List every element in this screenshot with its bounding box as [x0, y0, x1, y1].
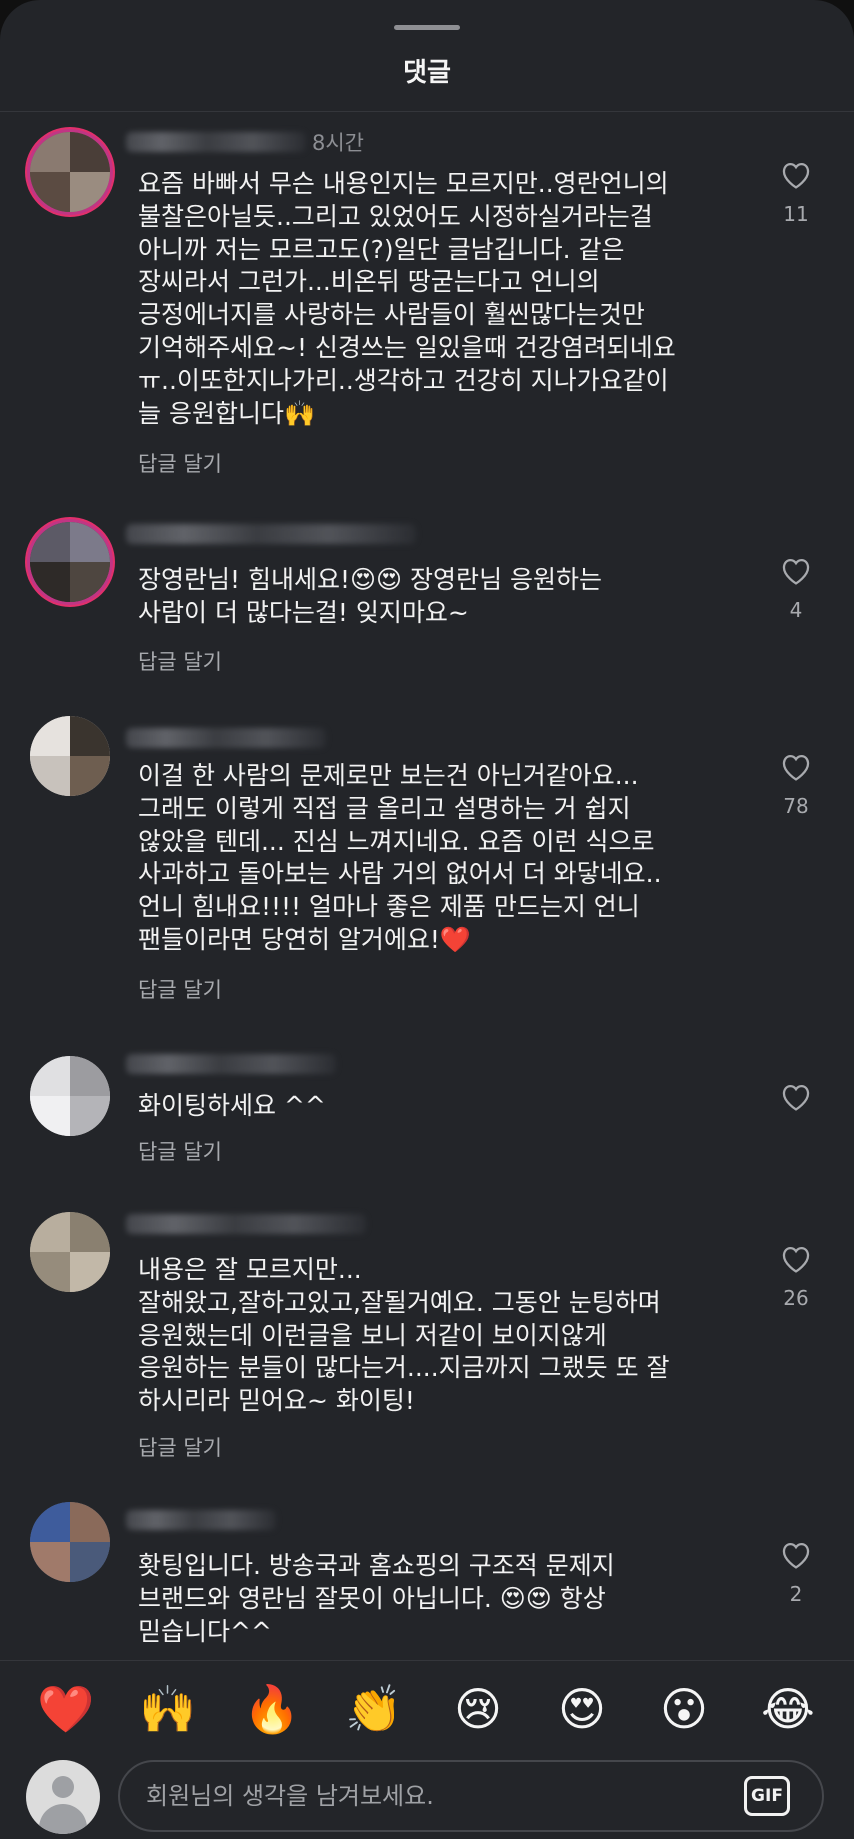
reply-button[interactable]: 답글 달기: [138, 974, 222, 1004]
fire-emoji-icon[interactable]: 🔥: [242, 1679, 302, 1739]
comment-input[interactable]: [146, 1776, 706, 1816]
comment-composer: GIF: [0, 1750, 854, 1839]
comment-timestamp: 8시간: [312, 131, 365, 155]
reply-button[interactable]: 답글 달기: [138, 448, 222, 478]
surprised-face-emoji-icon[interactable]: 😮: [654, 1679, 714, 1739]
comments-sheet: 댓글 8시간 요즘 바빠서 무슨 내용인지는 모르지만..영란언니의 불찰은아닐…: [0, 0, 854, 1839]
like-count: 2: [789, 1582, 803, 1606]
like-button[interactable]: 11: [772, 158, 820, 226]
crying-face-emoji-icon[interactable]: 😢: [448, 1679, 508, 1739]
username-redacted[interactable]: [126, 524, 416, 544]
heart-outline-icon: [782, 162, 810, 189]
heart-eyes-emoji-icon[interactable]: 😍: [552, 1679, 612, 1739]
sheet-title: 댓글: [403, 58, 451, 88]
like-count: 26: [783, 1286, 809, 1310]
my-avatar: [26, 1760, 100, 1834]
avatar[interactable]: [30, 716, 110, 796]
like-button[interactable]: 26: [772, 1242, 820, 1310]
like-count: 4: [789, 598, 803, 622]
reply-button[interactable]: 답글 달기: [138, 1136, 222, 1166]
heart-outline-icon: [782, 1542, 810, 1569]
like-button[interactable]: 2: [772, 1538, 820, 1606]
like-button[interactable]: 78: [772, 750, 820, 818]
avatar[interactable]: [30, 522, 110, 602]
comment-text: 장영란님! 힘내세요!😍😍 장영란님 응원하는 사람이 더 많다는걸! 잊지마요…: [138, 565, 603, 627]
tears-of-joy-emoji-icon[interactable]: 😂: [758, 1679, 818, 1739]
reply-button[interactable]: 답글 달기: [138, 646, 222, 676]
avatar[interactable]: [30, 132, 110, 212]
heart-outline-icon: [782, 1246, 810, 1273]
reply-button[interactable]: 답글 달기: [138, 1432, 222, 1462]
header-divider: [0, 111, 854, 112]
comment-text: 내용은 잘 모르지만... 잘해왔고,잘하고있고,잘될거예요. 그동안 눈팅하며…: [138, 1255, 670, 1416]
avatar[interactable]: [30, 1212, 110, 1292]
like-count: 78: [783, 794, 809, 818]
comment-text: 이걸 한 사람의 문제로만 보는건 아닌거같아요... 그래도 이렇게 직접 글…: [138, 761, 662, 954]
gif-button[interactable]: GIF: [744, 1776, 790, 1816]
avatar[interactable]: [30, 1056, 110, 1136]
raised-hands-emoji-icon[interactable]: 🙌: [138, 1679, 198, 1739]
clap-emoji-icon[interactable]: 👏: [344, 1679, 404, 1739]
heart-outline-icon: [782, 1084, 810, 1111]
username-redacted[interactable]: [126, 132, 306, 152]
drag-handle[interactable]: [394, 25, 460, 30]
like-button[interactable]: 4: [772, 554, 820, 622]
comment-input-box: GIF: [118, 1760, 824, 1832]
username-redacted[interactable]: [126, 1214, 366, 1234]
heart-outline-icon: [782, 754, 810, 781]
heart-emoji-icon[interactable]: ❤️: [36, 1679, 96, 1739]
like-count: 11: [783, 202, 809, 226]
heart-outline-icon: [782, 558, 810, 585]
emoji-reaction-bar: ❤️ 🙌 🔥 👏 😢 😍 😮 😂: [0, 1660, 854, 1750]
like-button[interactable]: [772, 1080, 820, 1112]
default-avatar-icon: [52, 1776, 74, 1798]
username-redacted[interactable]: [126, 728, 326, 748]
username-redacted[interactable]: [126, 1510, 276, 1530]
username-redacted[interactable]: [126, 1054, 336, 1074]
comment-text: 홧팅입니다. 방송국과 홈쇼핑의 구조적 문제지 브랜드와 영란님 잘못이 아닙…: [138, 1551, 615, 1646]
comment-text: 요즘 바빠서 무슨 내용인지는 모르지만..영란언니의 불찰은아닐듯..그리고 …: [138, 169, 676, 428]
comment-text: 화이팅하세요 ^^: [138, 1091, 326, 1120]
avatar[interactable]: [30, 1502, 110, 1582]
